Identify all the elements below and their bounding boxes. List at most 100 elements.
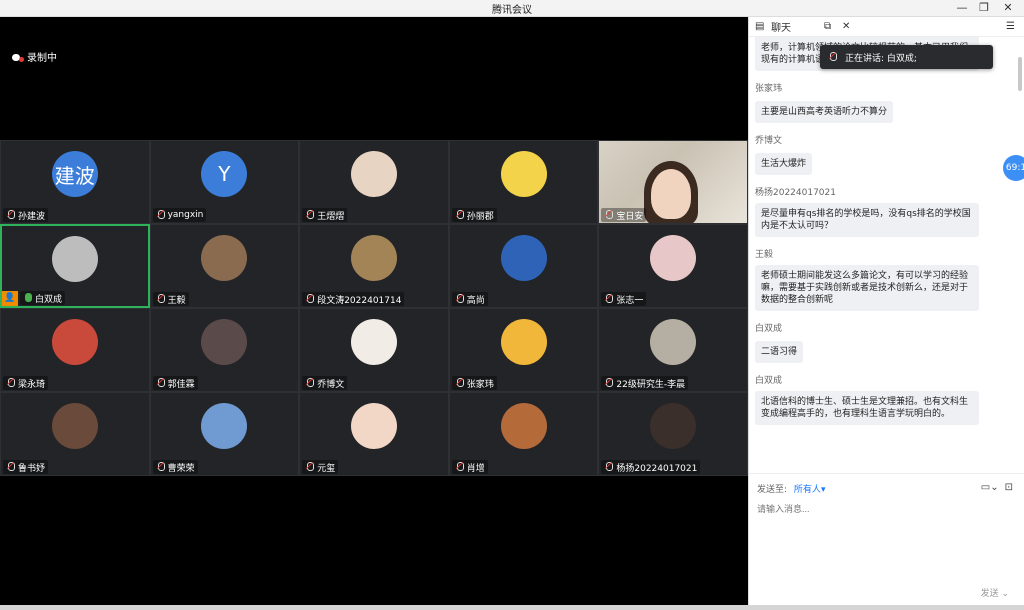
participant-tile[interactable]: 建波孙建波 — [0, 140, 150, 224]
participant-name: 王毅 — [167, 295, 186, 306]
avatar — [650, 235, 697, 281]
participant-tile[interactable]: 鲁书妤 — [0, 392, 150, 476]
participant-tile[interactable]: 孙丽郡 — [448, 140, 599, 224]
taskbar-strip — [0, 605, 1024, 610]
participant-name: 鲁书妤 — [18, 463, 46, 474]
participant-name: 曹荣荣 — [167, 463, 195, 474]
participant-tile[interactable]: 曹荣荣 — [149, 392, 300, 476]
chat-message: 白双成 二语习得 — [755, 321, 1013, 363]
avatar — [500, 235, 547, 281]
participant-name: 高尚 — [466, 295, 485, 306]
mic-muted-icon — [156, 294, 165, 304]
avatar — [350, 319, 397, 365]
avatar: 建波 — [51, 151, 98, 197]
participant-tile[interactable]: 张家玮 — [448, 308, 599, 392]
participant-label: 郭佳霖 — [152, 376, 198, 390]
speaking-indicator: 正在讲话: 白双成; — [820, 45, 993, 69]
participant-tile[interactable]: Yyangxin — [149, 140, 300, 224]
participant-grid: 建波 孙建波 Yyangxin 王熠熠 孙丽郡 宝日安 👤 白双成 王毅 段文涛202240171… — [0, 140, 748, 476]
participant-name: 郭佳霖 — [167, 379, 195, 390]
speaking-label: 正在讲话: 白双成; — [845, 53, 917, 64]
participant-tile[interactable]: 王毅 — [149, 224, 300, 308]
chat-panel: ▤ 聊天 ⧉ ✕ ☰ 老师，计算机领域的论文比较规范的，基本已用我们现有的计算机… — [748, 17, 1024, 605]
participant-tile[interactable]: 梁永琦 — [0, 308, 150, 392]
maximize-button[interactable]: ❐ — [972, 0, 996, 17]
chat-message: 张家玮 主要是山西高考英语听力不算分 — [755, 81, 1013, 123]
message-bubble: 主要是山西高考英语听力不算分 — [755, 101, 894, 123]
chat-message: 白双成 北语信科的博士生、硕士生是文理兼招。也有文科生变成编程高手的，也有理科生语… — [755, 373, 1013, 425]
message-bubble: 北语信科的博士生、硕士生是文理兼招。也有文科生变成编程高手的，也有理科生语言学玩… — [755, 391, 979, 425]
message-bubble: 是尽量申有qs排名的学校是吗，没有qs排名的学校国内是不太认可吗？ — [755, 203, 979, 237]
participant-name: 张志一 — [616, 295, 644, 306]
mic-muted-icon — [455, 378, 464, 388]
participant-tile[interactable]: 段文涛2022401714 — [299, 224, 449, 308]
participant-label: 高尚 — [451, 292, 488, 306]
host-icon: 👤 — [2, 291, 18, 306]
send-button[interactable]: 发送 ⌄ — [981, 586, 1009, 599]
message-input[interactable] — [757, 504, 1015, 514]
participant-label: 杨扬20224017021 — [601, 460, 701, 474]
avatar — [51, 236, 98, 282]
send-to: 发送至: 所有人▾ — [757, 482, 825, 495]
popout-icon[interactable]: ⧉ — [824, 21, 836, 32]
participant-label: 宝日安 — [601, 208, 647, 222]
participant-label: yangxin — [152, 208, 207, 222]
participant-label: 曹荣荣 — [152, 460, 198, 474]
mic-muted-icon — [604, 462, 614, 472]
close-icon[interactable]: ✕ — [842, 21, 854, 32]
participant-tile[interactable]: 宝日安 — [598, 140, 748, 224]
participant-tile[interactable]: 郭佳霖 — [149, 308, 300, 392]
message-sender: 乔博文 — [755, 136, 783, 146]
avatar — [500, 151, 547, 197]
participant-tile[interactable]: 元玺 — [299, 392, 449, 476]
recording-indicator: 录制中 — [12, 49, 57, 64]
avatar: Y — [201, 151, 248, 197]
participant-tile[interactable]: 22级研究生-李晨 — [598, 308, 748, 392]
window-title: 腾讯会议 — [492, 5, 532, 16]
participant-name: 王熠熠 — [317, 211, 345, 222]
participant-tile[interactable]: 张志一 — [598, 224, 748, 308]
chat-title: 聊天 — [771, 23, 791, 34]
avatar — [350, 403, 397, 449]
participant-name: 孙建波 — [18, 211, 46, 222]
send-to-dropdown[interactable]: 所有人▾ — [794, 485, 826, 495]
mic-on-icon — [23, 293, 32, 303]
mic-muted-icon — [156, 462, 165, 472]
participant-tile[interactable]: 杨扬20224017021 — [598, 392, 748, 476]
participant-tile[interactable]: 肖增 — [448, 392, 599, 476]
mic-muted-icon — [305, 294, 315, 304]
participant-name: 杨扬20224017021 — [616, 463, 698, 474]
minimize-button[interactable]: — — [950, 0, 974, 17]
participant-name: yangxin — [167, 210, 204, 220]
screenshot-icon[interactable]: ⊡ — [1005, 482, 1013, 493]
participant-label: 孙丽郡 — [451, 208, 497, 222]
recording-label: 录制中 — [27, 53, 57, 64]
close-button[interactable]: ✕ — [996, 0, 1020, 17]
menu-icon[interactable]: ☰ — [1006, 21, 1018, 32]
participant-tile[interactable]: 乔博文 — [299, 308, 449, 392]
avatar — [201, 403, 248, 449]
mic-muted-icon — [455, 462, 464, 472]
chat-scrollbar[interactable] — [1018, 57, 1022, 91]
avatar — [350, 151, 397, 197]
participant-tile[interactable]: 高尚 — [448, 224, 599, 308]
file-icon[interactable]: ▭⌄ — [981, 482, 999, 493]
mic-muted-icon — [305, 210, 315, 220]
message-sender: 白双成 — [755, 324, 783, 334]
mic-muted-icon — [604, 294, 614, 304]
participant-name: 宝日安 — [616, 211, 644, 222]
side-badge[interactable]: 69:1 — [1003, 155, 1024, 181]
participant-name: 孙丽郡 — [466, 211, 494, 222]
mic-muted-icon — [305, 378, 315, 388]
participant-tile[interactable]: 王熠熠 — [299, 140, 449, 224]
face-shape — [651, 169, 692, 219]
mic-muted-icon — [604, 210, 614, 220]
avatar — [500, 319, 547, 365]
chat-messages[interactable]: 老师，计算机领域的论文比较规范的，基本已用我们现有的计算机语言来描述的一种的。 … — [749, 37, 1019, 473]
mic-muted-icon — [455, 210, 464, 220]
participant-tile[interactable]: 👤 白双成 — [0, 224, 150, 308]
participant-label: 鲁书妤 — [3, 460, 49, 474]
avatar — [51, 319, 98, 365]
chat-header: ▤ 聊天 ⧉ ✕ ☰ — [749, 17, 1024, 37]
participant-label: 肖增 — [451, 460, 488, 474]
